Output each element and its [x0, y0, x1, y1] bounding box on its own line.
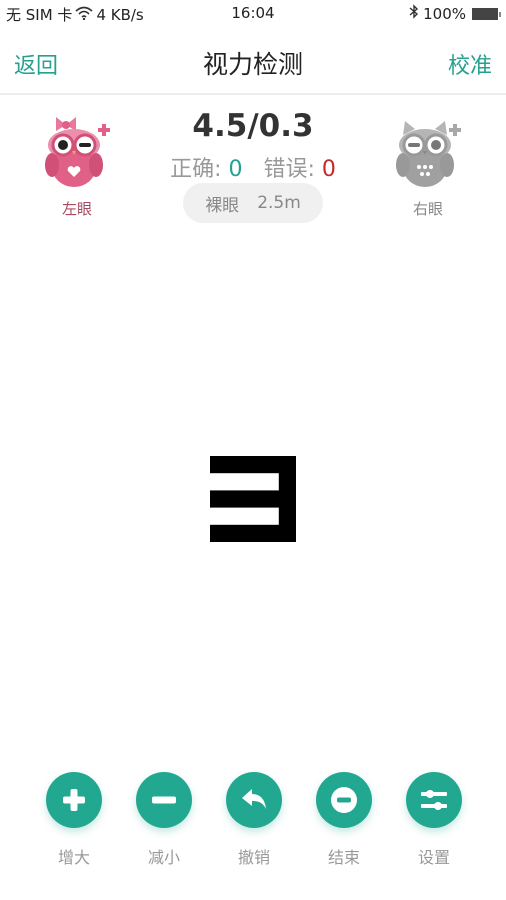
page-title: 视力检测: [202, 50, 303, 79]
enlarge-button[interactable]: 增大: [34, 772, 114, 868]
right-eye-label: 右眼: [412, 200, 443, 218]
battery-icon: [472, 7, 501, 20]
wrong-count: 0: [321, 157, 336, 182]
tumbling-e-optotype: [210, 456, 296, 542]
plus-icon: [46, 772, 102, 828]
right-eye-selector[interactable]: 右眼: [383, 115, 473, 219]
test-distance: 2.5m: [257, 193, 301, 213]
stop-icon: [316, 772, 372, 828]
minus-icon: [136, 772, 192, 828]
finish-button[interactable]: 结束: [304, 772, 384, 868]
finish-label: 结束: [327, 848, 360, 867]
status-right: 100%: [409, 4, 501, 23]
mode-type: 裸眼: [205, 195, 240, 216]
correct-count: 0: [228, 157, 243, 182]
bluetooth-icon: [409, 4, 419, 23]
settings-button[interactable]: 设置: [394, 772, 474, 868]
shrink-button[interactable]: 减小: [124, 772, 204, 868]
shrink-label: 减小: [147, 848, 180, 867]
enlarge-label: 增大: [57, 848, 90, 867]
test-mode-pill[interactable]: 裸眼 2.5m: [183, 183, 323, 223]
nav-bar: 返回 视力检测 校准: [0, 28, 506, 95]
battery-percent: 100%: [423, 4, 466, 23]
status-bar: 无 SIM 卡 4 KB/s 16:04 100%: [0, 0, 506, 28]
undo-button[interactable]: 撤销: [214, 772, 294, 868]
sliders-icon: [406, 772, 462, 828]
left-eye-label: 左眼: [61, 200, 92, 218]
undo-icon: [226, 772, 282, 828]
calibrate-button[interactable]: 校准: [448, 48, 492, 80]
undo-label: 撤销: [237, 848, 270, 867]
settings-label: 设置: [417, 848, 450, 867]
owl-right-icon: [396, 121, 461, 187]
correct-label: 正确:: [170, 157, 222, 182]
wrong-label: 错误:: [263, 157, 315, 182]
